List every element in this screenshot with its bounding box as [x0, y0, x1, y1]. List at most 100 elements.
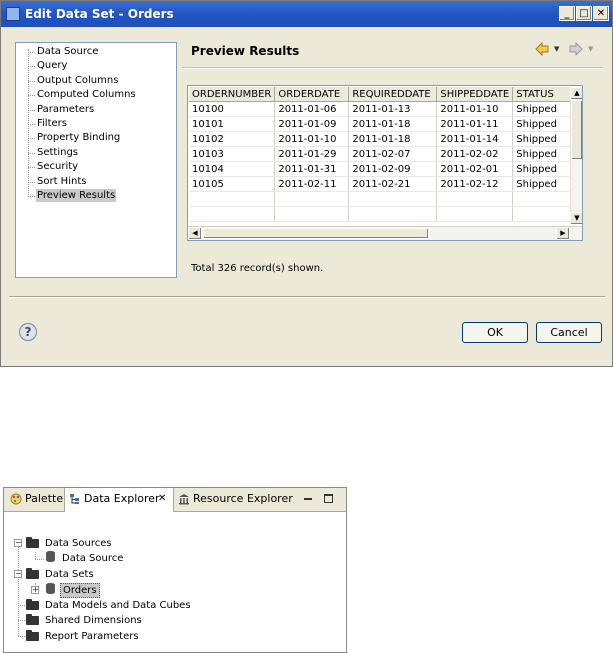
- ok-button[interactable]: OK: [462, 322, 528, 343]
- nav-item-property-binding[interactable]: Property Binding: [36, 131, 121, 144]
- forward-arrow-icon[interactable]: [569, 42, 583, 56]
- collapse-icon[interactable]: −: [14, 570, 22, 578]
- maximize-view-icon[interactable]: [324, 494, 333, 503]
- nav-item-sort-hints[interactable]: Sort Hints: [36, 175, 87, 188]
- edit-data-set-dialog: Edit Data Set - Orders _ □ ✕ Data Source…: [0, 0, 613, 367]
- table-cell: 2011-01-13: [348, 101, 438, 117]
- scroll-right-icon[interactable]: ▶: [556, 227, 570, 240]
- nav-item-settings[interactable]: Settings: [36, 146, 79, 159]
- tree-connector: [18, 605, 25, 606]
- tree-connector: [28, 138, 35, 140]
- back-dropdown-icon[interactable]: ▼: [554, 45, 559, 53]
- empty-row: [189, 191, 582, 207]
- horizontal-scroll-thumb[interactable]: [203, 228, 429, 239]
- collapse-icon[interactable]: −: [14, 539, 22, 547]
- tree-report-parameters[interactable]: Report Parameters: [45, 630, 139, 643]
- tree-data-sources[interactable]: Data Sources: [45, 537, 112, 550]
- title-bar[interactable]: Edit Data Set - Orders _ □ ✕: [1, 1, 612, 27]
- tree-connector: [28, 66, 35, 68]
- back-arrow-icon[interactable]: [535, 42, 549, 56]
- scroll-up-icon[interactable]: ▲: [570, 87, 582, 100]
- database-icon: [46, 551, 55, 562]
- tree-connector: [28, 49, 30, 195]
- nav-item-output-columns[interactable]: Output Columns: [36, 74, 119, 87]
- tree-orders[interactable]: Orders: [60, 583, 100, 598]
- results-grid: ORDERNUMBER ORDERDATE REQUIREDDATE SHIPPEDD…: [189, 87, 582, 222]
- table-cell: 2011-01-09: [274, 116, 350, 132]
- tree-data-models[interactable]: Data Models and Data Cubes: [45, 599, 191, 612]
- close-tab-icon[interactable]: ✕: [158, 488, 166, 510]
- tab-palette[interactable]: Palette: [6, 488, 64, 511]
- tree-connector: [28, 52, 35, 53]
- scroll-left-icon[interactable]: ◀: [188, 227, 202, 240]
- folder-icon: [26, 599, 39, 610]
- column-header[interactable]: ORDERNUMBER: [189, 87, 276, 102]
- nav-item-security[interactable]: Security: [36, 160, 79, 173]
- close-button[interactable]: ✕: [593, 6, 609, 21]
- table-cell: 10101: [189, 116, 276, 132]
- tree-connector: [28, 196, 35, 197]
- table-cell: [274, 206, 350, 222]
- database-icon: [46, 583, 55, 594]
- forward-dropdown-icon[interactable]: ▼: [588, 45, 593, 53]
- palette-icon: [10, 493, 22, 505]
- tree-shared-dimensions[interactable]: Shared Dimensions: [45, 614, 142, 627]
- table-cell: 2011-02-12: [436, 176, 514, 192]
- table-cell: 2011-02-01: [436, 161, 514, 177]
- data-explorer-icon: [70, 494, 79, 504]
- table-cell: [274, 191, 350, 207]
- nav-item-data-source[interactable]: Data Source: [36, 45, 99, 58]
- nav-tree: Data Source Query Output Columns Computed C…: [15, 42, 177, 278]
- maximize-button[interactable]: □: [576, 6, 592, 21]
- nav-item-preview-results[interactable]: Preview Results: [36, 189, 117, 202]
- table-cell: 2011-01-10: [274, 131, 350, 147]
- nav-item-parameters[interactable]: Parameters: [36, 103, 95, 116]
- window-title: Edit Data Set - Orders: [25, 7, 174, 21]
- scroll-down-icon[interactable]: ▼: [570, 212, 582, 225]
- table-row[interactable]: 10101 2011-01-09 2011-01-18 2011-01-11 Shipp…: [189, 116, 582, 132]
- column-header[interactable]: ORDERDATE: [274, 87, 350, 102]
- table-cell: 2011-01-18: [348, 131, 438, 147]
- folder-icon: [26, 537, 39, 548]
- expand-icon[interactable]: +: [31, 586, 39, 594]
- table-cell: 2011-02-09: [348, 161, 438, 177]
- table-cell: [436, 206, 514, 222]
- table-row[interactable]: 10104 2011-01-31 2011-02-09 2011-02-01 Shipp…: [189, 161, 582, 177]
- minimize-button[interactable]: _: [559, 6, 575, 21]
- table-cell: 2011-02-07: [348, 146, 438, 162]
- tree-connector: [18, 546, 19, 636]
- tree-connector: [28, 80, 35, 82]
- table-cell: 10102: [189, 131, 276, 147]
- nav-item-query[interactable]: Query: [36, 59, 68, 72]
- nav-item-filters[interactable]: Filters: [36, 117, 68, 130]
- table-cell: 10103: [189, 146, 276, 162]
- table-row[interactable]: 10105 2011-02-11 2011-02-21 2011-02-12 Shipp…: [189, 176, 582, 192]
- vertical-scroll-thumb[interactable]: [571, 100, 582, 160]
- table-cell: 2011-01-18: [348, 116, 438, 132]
- preview-results-table[interactable]: ORDERNUMBER ORDERDATE REQUIREDDATE SHIPPEDD…: [187, 85, 583, 241]
- vertical-scrollbar[interactable]: ▲ ▼: [570, 87, 582, 225]
- table-cell: 2011-01-06: [274, 101, 350, 117]
- cancel-button[interactable]: Cancel: [536, 322, 602, 343]
- column-header[interactable]: REQUIREDDATE: [348, 87, 438, 102]
- view-tab-bar: Palette Data Explorer ✕ Resource Explore…: [4, 488, 346, 512]
- nav-item-computed-columns[interactable]: Computed Columns: [36, 88, 137, 101]
- table-row[interactable]: 10100 2011-01-06 2011-01-13 2011-01-10 Shipp…: [189, 101, 582, 117]
- table-row[interactable]: 10103 2011-01-29 2011-02-07 2011-02-02 Shipp…: [189, 146, 582, 162]
- help-icon[interactable]: ?: [19, 323, 37, 341]
- horizontal-scrollbar[interactable]: ◀ ▶: [188, 226, 582, 240]
- tree-connector: [18, 620, 25, 621]
- table-row[interactable]: 10102 2011-01-10 2011-01-18 2011-01-14 Shipp…: [189, 131, 582, 147]
- table-cell: 10104: [189, 161, 276, 177]
- button-bar-separator: [9, 296, 605, 298]
- tab-data-explorer[interactable]: Data Explorer ✕: [64, 488, 174, 512]
- tree-data-source[interactable]: Data Source: [62, 552, 123, 565]
- column-header[interactable]: SHIPPEDDATE: [436, 87, 514, 102]
- total-records-label: Total 326 record(s) shown.: [191, 263, 324, 274]
- minimize-view-icon[interactable]: [304, 498, 312, 500]
- tree-data-sets[interactable]: Data Sets: [45, 568, 94, 581]
- tab-resource-explorer[interactable]: Resource Explorer: [174, 488, 293, 511]
- folder-icon: [26, 614, 39, 625]
- table-cell: [348, 191, 438, 207]
- table-cell: 10100: [189, 101, 276, 117]
